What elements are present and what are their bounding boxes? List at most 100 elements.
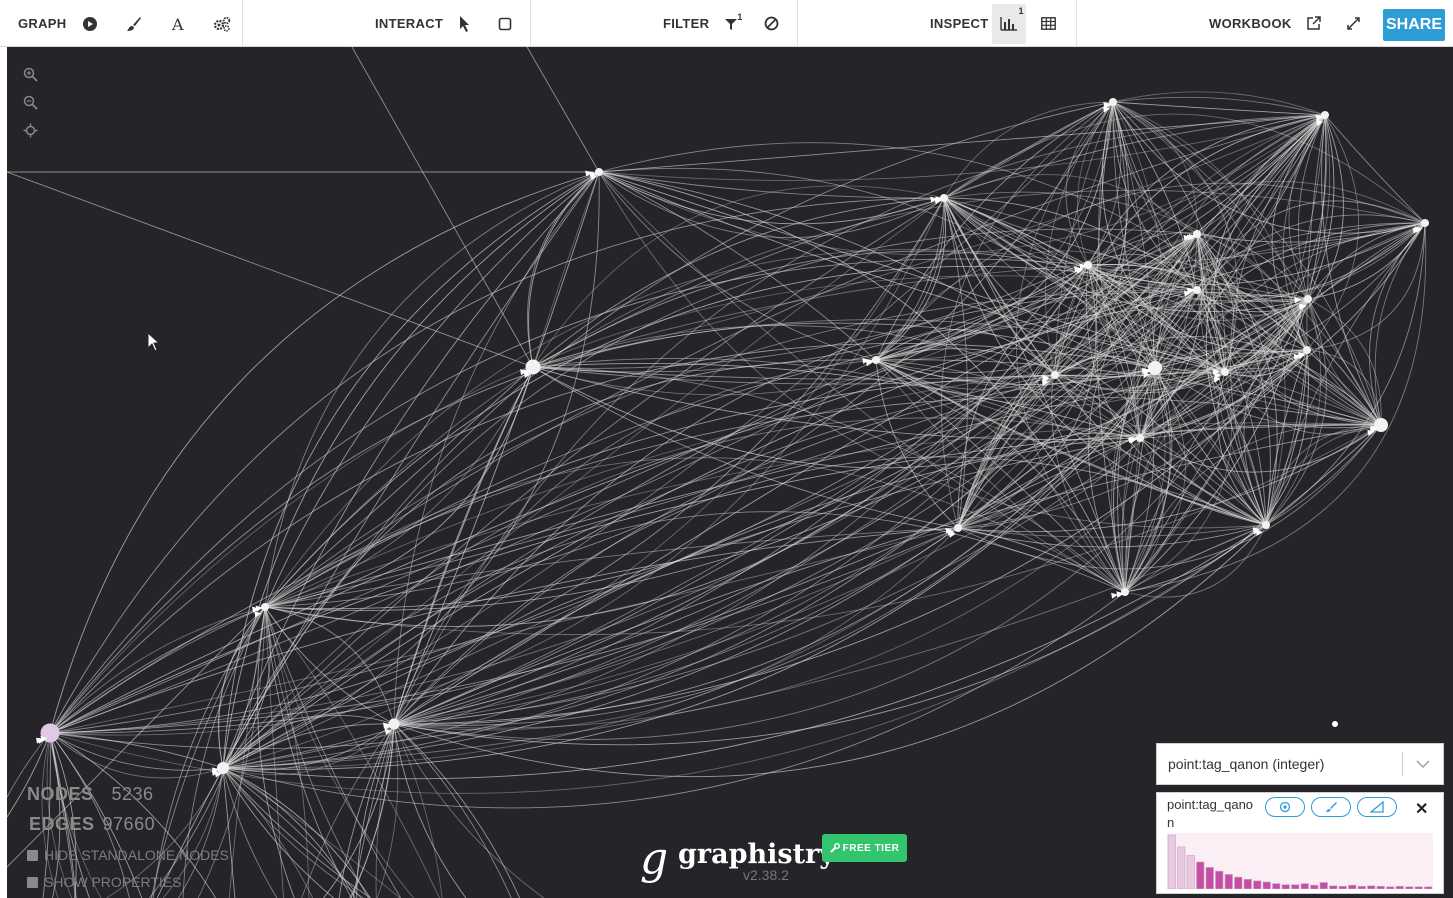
table-button[interactable] [1034,10,1062,38]
histogram-bar[interactable] [1186,855,1195,890]
graph-edge [222,359,877,769]
edges-label: EDGES [29,814,95,834]
histogram-bar[interactable] [1386,886,1395,889]
workbook-group: WORKBOOK [1209,0,1368,47]
graph-edge [1112,96,1326,116]
interact-label: INTERACT [375,16,444,31]
graph-node[interactable] [1374,418,1388,432]
histogram-chart [1167,833,1433,889]
zoom-in-button[interactable] [21,65,39,83]
graph-node[interactable] [1084,261,1092,269]
histogram-bar[interactable] [1319,882,1328,890]
graph-node[interactable] [1051,371,1059,379]
histogram-bar[interactable] [1224,874,1233,889]
show-properties-option[interactable]: SHOW PROPERTIES [27,874,181,890]
histogram-button[interactable]: 1 [992,3,1027,44]
hide-standalone-checkbox[interactable] [27,849,38,861]
graph-edge [222,591,1126,809]
graph-node[interactable] [872,356,880,364]
graph-node[interactable] [1121,588,1129,596]
graph-node[interactable] [217,762,229,774]
graph-edge [222,767,371,898]
external-link-button[interactable] [1300,10,1328,38]
target-icon [1279,801,1291,813]
histogram-bar[interactable] [1291,884,1300,889]
graph-node[interactable] [1304,295,1312,303]
brush-icon [127,16,142,31]
histogram-bar[interactable] [1234,876,1243,889]
zoom-out-button[interactable] [21,93,39,111]
fullscreen-icon [1347,17,1360,30]
graph-node[interactable] [1136,434,1144,442]
color-by-button[interactable] [1265,797,1305,817]
graph-node[interactable] [954,524,962,532]
histogram-bar[interactable] [1262,881,1271,889]
histogram-bar[interactable] [1395,885,1404,889]
histogram-bar[interactable] [1253,880,1262,889]
brush-button[interactable] [120,10,148,38]
histogram-bar[interactable] [1405,886,1414,889]
graph-node[interactable] [1193,286,1201,294]
histogram-bar[interactable] [1414,886,1423,889]
show-properties-checkbox[interactable] [27,876,38,888]
graph-edge [393,723,521,898]
histogram-bar[interactable] [1215,870,1224,889]
graph-edge [526,47,600,173]
toolbar-divider [530,0,531,47]
show-properties-label: SHOW PROPERTIES [44,874,182,890]
fullscreen-button[interactable] [1340,10,1368,38]
graph-edge [178,767,224,898]
box-select-icon [498,17,512,30]
histogram-bar[interactable] [1205,867,1214,889]
graph-node[interactable] [388,718,400,730]
histogram-bar[interactable] [1338,885,1347,889]
workbook-label: WORKBOOK [1209,16,1292,31]
hide-standalone-option[interactable]: HIDE STANDALONE NODES [27,847,229,863]
play-button[interactable] [76,10,104,38]
size-by-button[interactable] [1357,797,1397,817]
histogram-bar[interactable] [1300,883,1309,889]
graph-node[interactable] [1148,361,1162,375]
histogram-bar[interactable] [1329,885,1338,889]
histogram-bar[interactable] [1348,884,1357,889]
graph-edge [301,723,395,898]
settings-button[interactable] [208,10,236,38]
histogram-bar[interactable] [1196,861,1205,889]
box-select-button[interactable] [491,10,519,38]
graph-node[interactable] [261,603,269,611]
histogram-bar[interactable] [1424,886,1433,889]
graph-node[interactable] [1321,111,1329,119]
pointer-button[interactable] [451,10,479,38]
attribute-select[interactable]: point:tag_qanon (integer) [1156,743,1444,785]
filter-button[interactable]: 1 [717,10,745,38]
font-button[interactable]: A [164,10,192,38]
histogram-bar[interactable] [1357,885,1366,889]
histogram-bar[interactable] [1243,878,1252,889]
svg-text:A: A [171,16,184,32]
histogram-bar[interactable] [1281,884,1290,889]
graph-edge [49,171,600,734]
graph-node[interactable] [595,168,603,176]
histogram-bar[interactable] [1272,883,1281,889]
graph-node[interactable] [940,194,948,202]
graph-node[interactable] [1221,368,1229,376]
external-link-icon [1307,16,1321,30]
graph-node[interactable] [1262,521,1270,529]
font-icon: A [171,16,184,32]
brush-filter-button[interactable] [1311,797,1351,817]
histogram-bar[interactable] [1167,834,1176,889]
graph-edge [393,527,959,731]
free-tier-badge[interactable]: FREE TIER [822,834,907,862]
center-button[interactable] [21,121,39,139]
close-icon[interactable]: ✕ [1415,799,1428,819]
exclude-button[interactable] [757,10,785,38]
graph-node[interactable] [1421,219,1429,227]
share-button[interactable]: SHARE [1383,9,1445,41]
histogram-bar[interactable] [1177,846,1186,889]
graph-node[interactable] [1303,346,1311,354]
graph-node[interactable] [1332,721,1338,727]
histogram-bar[interactable] [1310,884,1319,889]
chevron-down-icon[interactable] [1403,760,1443,768]
histogram-bar[interactable] [1367,885,1376,889]
histogram-bar[interactable] [1376,885,1385,889]
